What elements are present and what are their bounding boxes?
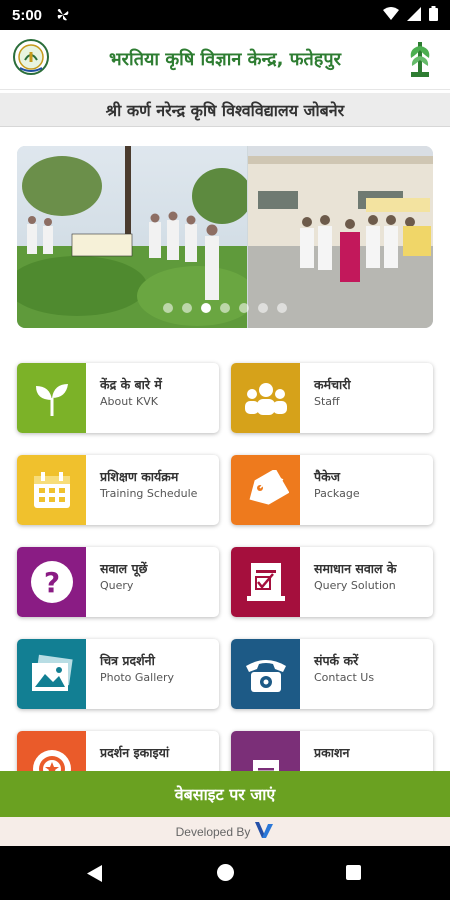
menu-card-subtitle: Photo Gallery [100,671,175,684]
menu-card-query-solution[interactable]: समाधान सवाल के Query Solution [231,547,433,617]
carousel-dot-active[interactable] [201,303,211,313]
menu-card-training-schedule[interactable]: प्रशिक्षण कार्यक्रम Training Schedule [17,455,219,525]
carousel-indicator[interactable] [17,303,433,313]
carousel-slide-group-photo [248,146,433,328]
menu-card-subtitle: Training Schedule [100,487,198,500]
status-time: 5:00 [12,6,43,24]
app-title: भरतिया कृषि विज्ञान केन्द्र, फतेहपुर [109,49,341,70]
wifi-icon [383,6,399,25]
developed-by-label: Developed By [175,824,251,839]
menu-card-about-kvk[interactable]: केंद्र के बारे में About KVK [17,363,219,433]
carousel-dot[interactable] [277,303,287,313]
photo-gallery-icon [17,639,86,709]
plant-sprout-icon [17,363,86,433]
people-group-icon [231,363,300,433]
menu-card-subtitle: About KVK [100,395,158,408]
document-check-icon [231,547,300,617]
menu-card-title: प्रशिक्षण कार्यक्रम [100,469,179,484]
menu-card-contact-us[interactable]: संपर्क करें Contact Us [231,639,433,709]
carousel-slide-field-photo [17,146,257,328]
menu-card-staff[interactable]: कर्मचारी Staff [231,363,433,433]
menu-card-title: संपर्क करें [314,653,359,668]
tag-icon [231,455,300,525]
menu-card-query[interactable]: ? सवाल पूछें Query [17,547,219,617]
telephone-icon [231,639,300,709]
carousel-dot[interactable] [182,303,192,313]
university-name: श्री कर्ण नरेन्द्र कृषि विश्वविद्यालय जो… [105,100,345,120]
recent-apps-icon[interactable] [346,865,361,880]
university-bar: श्री कर्ण नरेन्द्र कृषि विश्वविद्यालय जो… [0,93,450,127]
menu-card-title: प्रदर्शन इकाइयां [100,745,170,760]
battery-icon [429,5,438,25]
menu-card-title: चित्र प्रदर्शनी [100,653,155,668]
menu-card-subtitle: Staff [314,395,340,408]
carousel-dot[interactable] [239,303,249,313]
back-icon[interactable] [87,865,103,886]
carousel-dot[interactable] [220,303,230,313]
menu-card-subtitle: Package [314,487,360,500]
menu-card-title: कर्मचारी [314,377,351,392]
calendar-icon [17,455,86,525]
menu-card-photo-gallery[interactable]: चित्र प्रदर्शनी Photo Gallery [17,639,219,709]
menu-card-package[interactable]: पैकेज Package [231,455,433,525]
carousel-dot[interactable] [258,303,268,313]
signal-icon [407,6,421,25]
university-emblem-logo [12,38,50,76]
home-icon[interactable] [217,864,234,881]
menu-card-title: समाधान सवाल के [314,561,397,576]
app-header: भरतिया कृषि विज्ञान केन्द्र, फतेहपुर [0,30,450,90]
app-screen: 5:00 भरतिया कृषि विज्ञान केन्द्र, फतेहपु… [0,0,450,900]
menu-card-title: केंद्र के बारे में [100,377,162,392]
menu-card-subtitle: Query [100,579,134,592]
fan-icon [56,8,70,22]
svg-text:?: ? [43,566,59,599]
photo-carousel[interactable] [17,146,433,328]
developer-logo[interactable] [254,821,274,843]
system-navigation-bar [0,846,450,900]
menu-card-title: पैकेज [314,469,340,484]
developed-by-bar: Developed By [0,817,450,846]
visit-website-button[interactable]: वेबसाइट पर जाएं [0,771,450,817]
status-bar: 5:00 [0,0,450,30]
menu-card-title: प्रकाशन [314,745,350,760]
carousel-dot[interactable] [163,303,173,313]
menu-card-title: सवाल पूछें [100,561,148,576]
icar-logo [405,38,435,80]
menu-card-subtitle: Contact Us [314,671,375,684]
question-icon: ? [17,547,86,617]
menu-card-subtitle: Query Solution [314,579,396,592]
